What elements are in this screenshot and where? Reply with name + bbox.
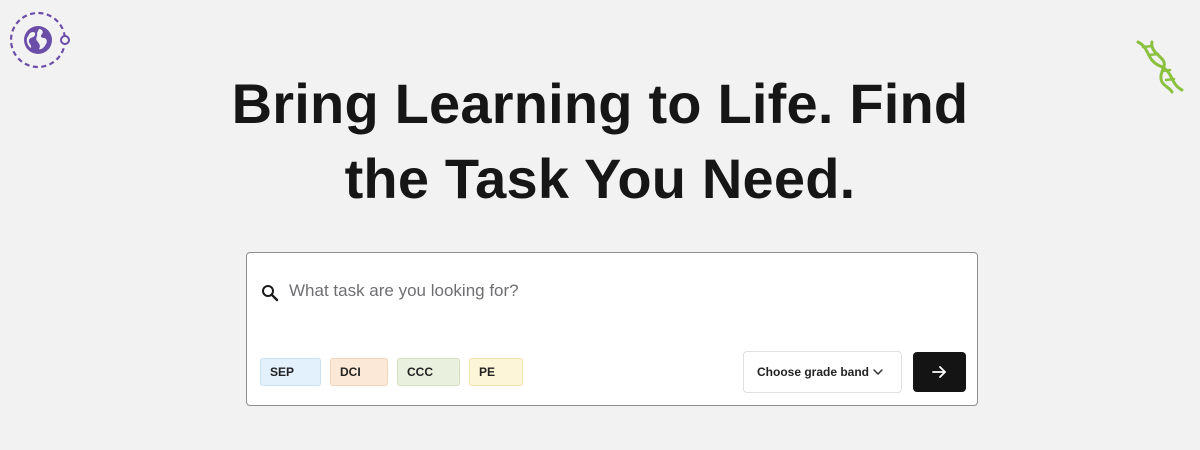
search-input[interactable] <box>289 275 949 307</box>
grade-band-label: Choose grade band <box>757 365 870 379</box>
headline-line-1: Bring Learning to Life. Find <box>231 72 969 135</box>
search-submit-button[interactable] <box>913 352 966 392</box>
search-card: SEP DCI CCC PE Choose grade band <box>246 252 978 406</box>
filter-chip-sep[interactable]: SEP <box>260 358 321 386</box>
search-icon <box>262 285 279 302</box>
chevron-down-icon <box>873 369 883 375</box>
page-headline: Bring Learning to Life. Find the Task Yo… <box>0 66 1200 216</box>
grade-band-select[interactable]: Choose grade band <box>743 351 902 393</box>
filter-chip-dci[interactable]: DCI <box>330 358 388 386</box>
filter-chip-ccc[interactable]: CCC <box>397 358 460 386</box>
globe-icon <box>9 11 70 69</box>
headline-line-2: the Task You Need. <box>344 147 856 210</box>
filter-chip-pe[interactable]: PE <box>469 358 523 386</box>
arrow-right-icon <box>932 366 946 378</box>
